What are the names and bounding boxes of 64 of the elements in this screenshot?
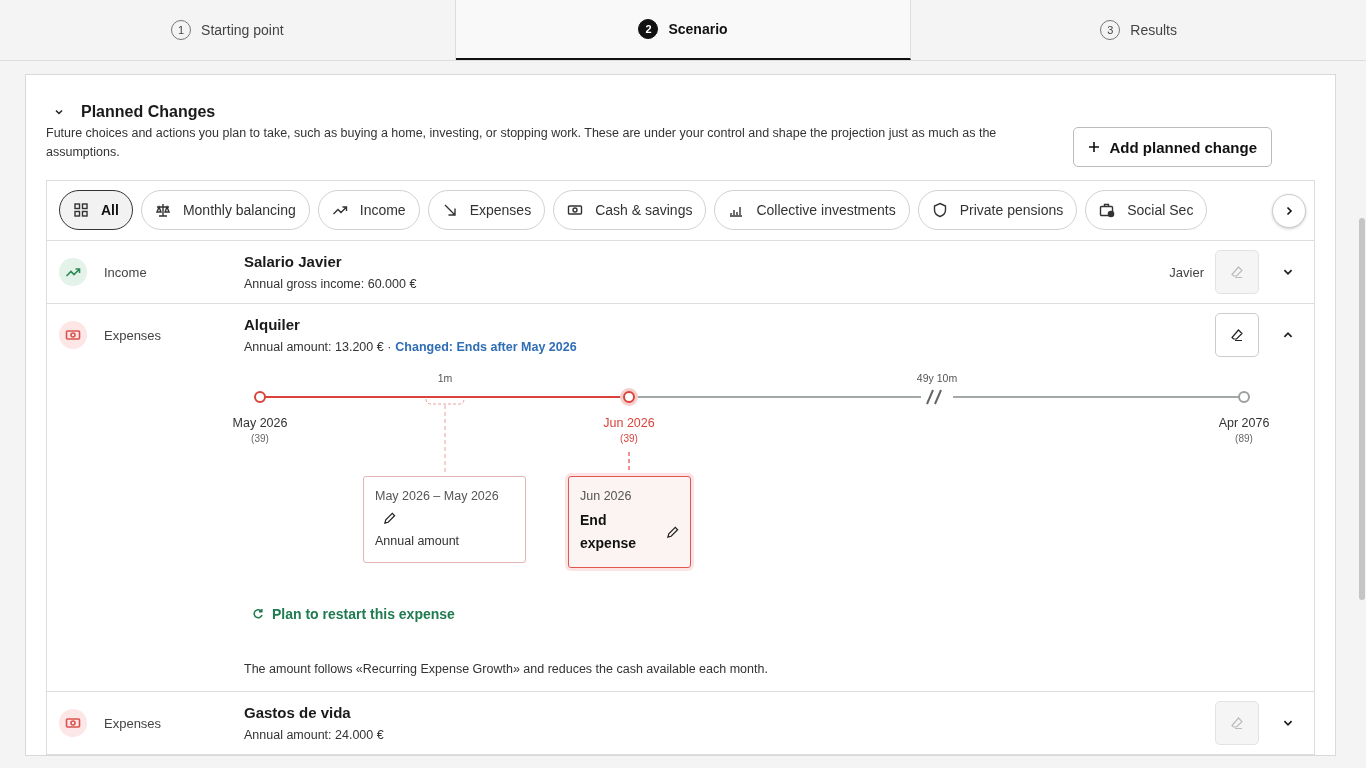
pencil-icon[interactable] <box>383 512 396 525</box>
restart-expense-link[interactable]: Plan to restart this expense <box>252 606 455 622</box>
chevron-down-icon[interactable] <box>54 107 64 117</box>
change-title: Alquiler <box>244 316 301 333</box>
duration-label: 49y 10m <box>916 372 958 384</box>
filter-chip[interactable]: Collective investments <box>714 190 910 230</box>
timeline-point[interactable] <box>620 388 638 406</box>
filter-chip[interactable]: Cash & savings <box>553 190 707 230</box>
duration-label: 1m <box>437 372 453 384</box>
event-title: End expense <box>580 511 638 553</box>
expense-note: The amount follows «Recurring Expense Growth» and reduces the cash available each month. <box>244 662 769 678</box>
point-date: May 2026 <box>232 416 288 430</box>
plus-icon <box>1088 141 1101 153</box>
add-planned-change-button[interactable]: Add planned change <box>1073 127 1272 167</box>
filter-chip[interactable]: Social Sec <box>1085 190 1208 230</box>
refresh-icon <box>252 608 264 620</box>
filter-chip[interactable]: Private pensions <box>917 190 1078 230</box>
event-card[interactable]: Jun 2026 End expense <box>568 476 691 568</box>
event-card[interactable]: May 2026 – May 2026 Annual amount <box>363 476 526 563</box>
filter-chip[interactable]: Income <box>317 190 420 230</box>
pencil-icon[interactable] <box>666 525 679 539</box>
step-tab[interactable]: 2 Scenario <box>455 0 912 60</box>
event-period: May 2026 – May 2026 <box>375 489 500 503</box>
change-title: Salario Javier <box>244 253 343 270</box>
point-age: (39) <box>620 433 638 444</box>
point-age: (89) <box>1235 433 1253 444</box>
change-summary: Annual amount: 13.200 € · <box>244 340 392 354</box>
filter-chip[interactable]: All <box>59 190 133 230</box>
category-label: Expenses <box>104 715 163 731</box>
briefcase-icon <box>1099 202 1116 218</box>
section-description: Future choices and actions you plan to take, such as buying a home, investing, or stopping work. These are under your control and shape the projection just as much as the assumptions. <box>46 125 998 161</box>
change-note: Changed: Ends after May 2026 <box>395 340 577 354</box>
step-tab[interactable]: 3 Results <box>911 0 1366 60</box>
timeline-point[interactable] <box>254 391 266 403</box>
shield-icon <box>931 202 948 218</box>
category-label: Income <box>104 264 148 280</box>
eraser-icon <box>1230 265 1244 279</box>
event-period: Jun 2026 <box>580 489 633 503</box>
period-bracket <box>425 398 465 405</box>
eraser-icon <box>1230 716 1244 730</box>
step-tab[interactable]: 1 Starting point <box>0 0 456 60</box>
scrollbar-thumb[interactable] <box>1359 218 1365 600</box>
eraser-icon <box>1230 328 1244 342</box>
eraser-button[interactable] <box>1215 313 1259 357</box>
owner-label: Javier <box>1169 264 1204 280</box>
filter-chip[interactable]: Monthly balancing <box>140 190 310 230</box>
banknote-icon <box>567 202 584 218</box>
banknote-icon <box>59 321 87 349</box>
category-label: Expenses <box>104 327 163 343</box>
trend-up-icon <box>59 258 87 286</box>
change-summary: Annual gross income: 60.000 € <box>244 277 417 291</box>
section-title: Planned Changes <box>81 103 216 121</box>
filter-chip[interactable]: Expenses <box>427 190 546 230</box>
point-date: Apr 2076 <box>1218 416 1270 430</box>
event-title: Annual amount <box>375 534 461 548</box>
timeline-point[interactable] <box>1238 391 1250 403</box>
change-summary: Annual amount: 24.000 € <box>244 728 384 742</box>
banknote-icon <box>59 709 87 737</box>
change-title: Gastos de vida <box>244 704 352 721</box>
scale-icon <box>154 202 171 218</box>
chevron-right-icon <box>1284 206 1294 216</box>
grid-icon <box>73 202 89 218</box>
point-age: (39) <box>251 433 269 444</box>
point-date: Jun 2026 <box>603 416 655 430</box>
